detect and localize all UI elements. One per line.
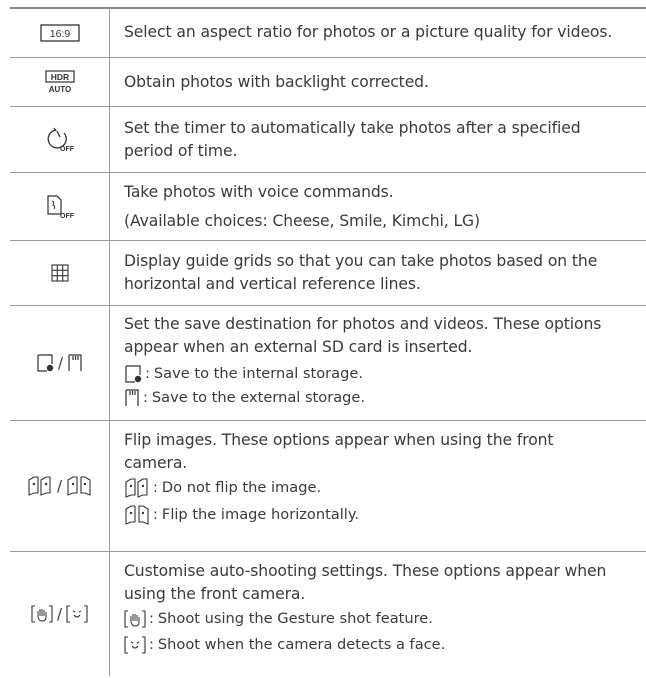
table-row: OFF Take photos with voice commands. (Av… [10,173,646,241]
internal-storage-icon [37,354,54,372]
hdr-auto-icon: HDR AUTO [44,70,75,94]
aspect-ratio-icon: 16:9 [39,23,80,42]
option-item: : Save to the external storage. [124,387,642,409]
gesture-shot-icon [31,605,53,623]
row-description: Take photos with voice commands. [124,183,394,201]
option-text: Save to the internal storage. [153,365,363,382]
row-description-line: period of time. [124,142,238,160]
table-row: / Set the save destination for photos an… [10,306,646,421]
option-item: : Do not flip the image. [124,477,642,499]
option-item: : Flip the image horizontally. [124,504,642,526]
table-row: HDR AUTO Obtain photos with backlight co… [10,58,646,107]
option-item: : Save to the internal storage. [124,363,642,385]
option-text: Shoot using the Gesture shot feature. [157,610,433,627]
face-detect-icon [66,605,88,623]
table-row: Display guide grids so that you can take… [10,241,646,306]
icon-separator: / [56,605,63,623]
icon-cell: HDR AUTO [10,58,109,106]
row-description-line: camera. [124,454,188,472]
row-description-line: Customise auto-shooting settings. These … [124,562,607,580]
icon-separator: / [57,354,64,372]
row-description-line: horizontal and vertical reference lines. [124,275,421,293]
sd-card-icon [125,389,139,406]
row-description-line: Set the save destination for photos and … [124,315,602,333]
icon-cell: / [10,421,109,551]
face-detect-icon [124,636,146,654]
option-text: Save to the external storage. [151,389,366,406]
option-text: Flip the image horizontally. [161,506,360,523]
svg-text:OFF: OFF [60,213,75,220]
option-text: Do not flip the image. [161,479,322,496]
option-item: : Shoot using the Gesture shot feature. [124,608,642,630]
grid-icon [50,264,69,282]
row-description-line: using the front camera. [124,585,306,603]
table-row: / Customise auto-shooting settings. Thes… [10,552,646,676]
voice-shutter-off-icon: OFF [46,194,75,220]
icon-cell [10,241,109,305]
option-text: Shoot when the camera detects a face. [157,636,446,653]
icon-cell: OFF [10,107,109,172]
svg-text:16:9: 16:9 [49,28,70,40]
option-item: : Shoot when the camera detects a face. [124,634,642,656]
row-description-line: appear when an external SD card is inser… [124,338,473,356]
internal-storage-icon [125,365,142,383]
gesture-shot-icon [124,610,146,628]
icon-cell: / [10,306,109,420]
flip-off-icon [28,476,51,496]
icon-cell: OFF [10,173,109,240]
flip-horizontal-icon [67,476,91,496]
timer-off-icon: OFF [47,127,75,153]
svg-text:AUTO: AUTO [48,85,71,94]
icon-separator: / [56,477,63,495]
row-description-line: Set the timer to automatically take phot… [124,119,581,137]
icon-cell: 16:9 [10,8,109,57]
sd-card-icon [68,354,82,371]
row-note: (Available choices: Cheese, Smile, Kimch… [124,212,481,230]
svg-text:OFF: OFF [60,146,75,153]
svg-text:HDR: HDR [50,72,68,82]
row-description-line: Flip images. These options appear when u… [124,431,554,449]
row-description: Obtain photos with backlight corrected. [124,73,429,91]
table-row: 16:9 Select an aspect ratio for photos o… [10,8,646,58]
flip-horizontal-icon [125,505,149,525]
row-description-line: Display guide grids so that you can take… [124,252,598,270]
table-row: / Flip images. These options appear when… [10,421,646,552]
table-row: OFF Set the timer to automatically take … [10,107,646,173]
flip-off-icon [125,478,148,498]
icon-cell: / [10,552,109,676]
row-description: Select an aspect ratio for photos or a p… [124,23,613,41]
